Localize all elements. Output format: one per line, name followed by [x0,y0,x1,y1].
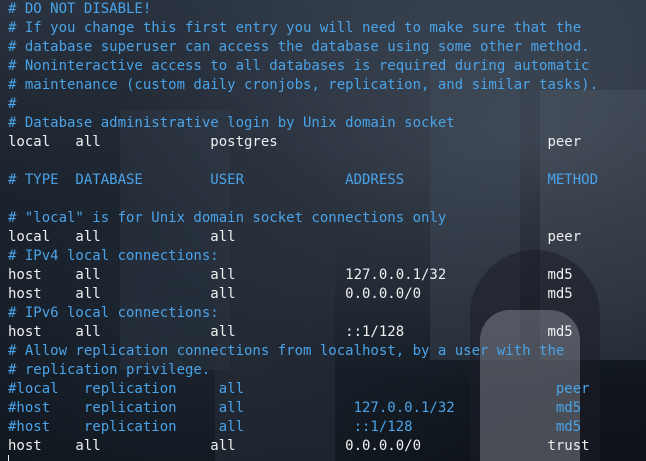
config-line[interactable]: local all all peer [8,228,598,247]
comment-line[interactable]: # If you change this first entry you wil… [8,19,598,38]
comment-line[interactable]: # Database administrative login by Unix … [8,114,598,133]
config-line[interactable]: host all all 0.0.0.0/0 trust [8,437,598,456]
comment-line[interactable]: #local replication all peer [8,380,598,399]
comment-line[interactable]: # "local" is for Unix domain socket conn… [8,209,598,228]
comment-line[interactable]: # Allow replication connections from loc… [8,342,598,361]
comment-line[interactable]: # maintenance (custom daily cronjobs, re… [8,76,598,95]
comment-line[interactable]: # TYPE DATABASE USER ADDRESS METHOD [8,171,598,190]
terminal-window[interactable]: # DO NOT DISABLE! # If you change this fi… [0,0,646,461]
text-cursor [8,455,9,461]
comment-line[interactable]: # database superuser can access the data… [8,38,598,57]
comment-line[interactable]: # DO NOT DISABLE! [8,0,598,19]
editor-text-area[interactable]: # DO NOT DISABLE! # If you change this fi… [8,0,598,456]
config-line[interactable] [8,152,598,171]
config-line[interactable]: local all postgres peer [8,133,598,152]
comment-line[interactable]: # IPv6 local connections: [8,304,598,323]
config-line[interactable]: host all all ::1/128 md5 [8,323,598,342]
config-line[interactable]: host all all 0.0.0.0/0 md5 [8,285,598,304]
config-line[interactable] [8,190,598,209]
comment-line[interactable]: #host replication all ::1/128 md5 [8,418,598,437]
comment-line[interactable]: #host replication all 127.0.0.1/32 md5 [8,399,598,418]
comment-line[interactable]: # Noninteractive access to all databases… [8,57,598,76]
comment-line[interactable]: # [8,95,598,114]
comment-line[interactable]: # replication privilege. [8,361,598,380]
config-line[interactable]: host all all 127.0.0.1/32 md5 [8,266,598,285]
comment-line[interactable]: # IPv4 local connections: [8,247,598,266]
